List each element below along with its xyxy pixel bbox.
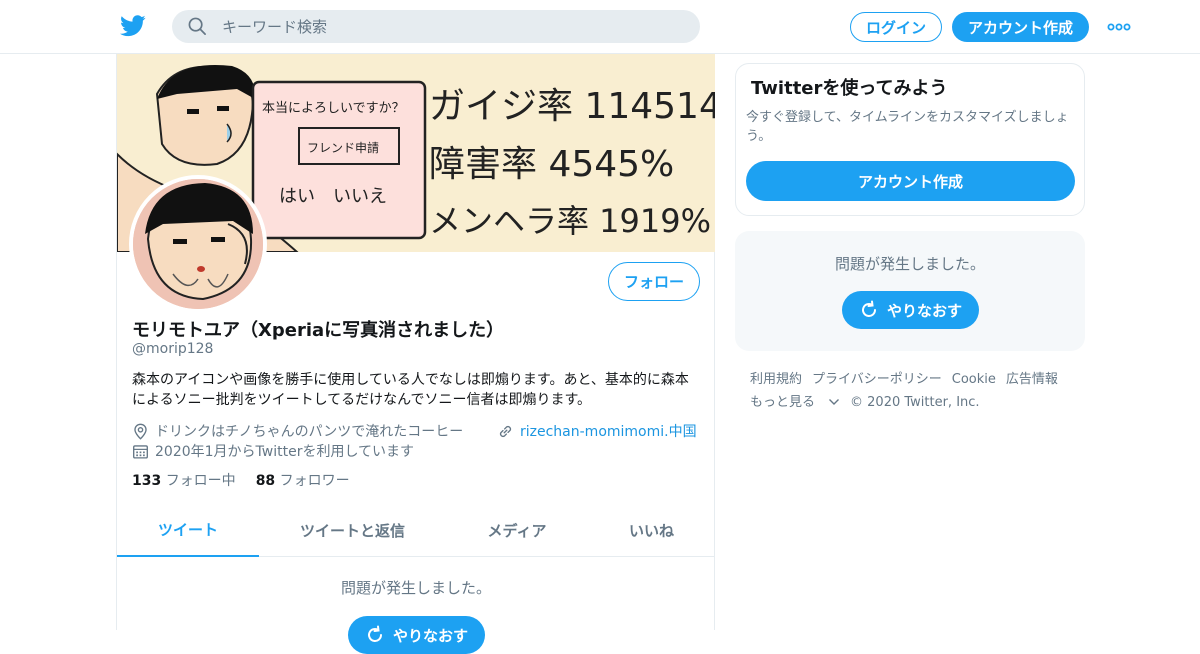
footer-terms-link[interactable]: 利用規約	[750, 372, 802, 387]
banner-line-1: ガイジ率 114514%	[429, 86, 715, 127]
footer-copyright: © 2020 Twitter, Inc.	[850, 395, 980, 410]
avatar[interactable]	[129, 175, 267, 313]
timeline-error-text: 問題が発生しました。	[340, 579, 491, 597]
following-label: フォロー中	[165, 473, 236, 489]
search-icon	[188, 17, 206, 35]
url-text[interactable]: rizechan-momimomi.中国	[520, 421, 697, 441]
followers-count: 88	[255, 473, 276, 489]
twitter-logo-icon[interactable]	[120, 14, 146, 38]
tab-tweets[interactable]: ツイート	[117, 504, 259, 557]
profile-column: 本当によろしいですか？ フレンド申請 はい いいえ ガイジ率 114514% 障…	[116, 54, 715, 654]
signup-button[interactable]: アカウント作成	[952, 12, 1089, 42]
signup-card-title: Twitterを使ってみよう	[751, 78, 948, 99]
avatar-drawing	[133, 179, 263, 309]
timeline-retry-button[interactable]: やりなおす	[348, 616, 485, 654]
profile-handle: @morip128	[132, 341, 214, 357]
sidebar-retry-button[interactable]: やりなおす	[842, 291, 979, 329]
location-text: ドリンクはチノちゃんのパンツで淹れたコーヒー	[155, 424, 464, 440]
sidebar-retry-label: やりなおす	[886, 301, 962, 320]
location-pin-icon	[134, 423, 147, 440]
following-count: 133	[132, 473, 162, 489]
footer-links: 利用規約 プライバシーポリシー Cookie 広告情報 もっと見る © 2020 Twi…	[750, 368, 1080, 414]
follow-counts: 133 フォロー中 88 フォロワー	[132, 470, 350, 490]
search-box	[172, 10, 700, 43]
signup-card-text: 今すぐ登録して、タイムラインをカスタマイズしましょう。	[746, 110, 1069, 144]
profile-joined: 2020年1月からTwitterを利用しています	[132, 441, 414, 461]
sidebar-error-card: 問題が発生しました。 やりなおす	[735, 231, 1085, 351]
banner-sign-question: 本当によろしいですか？	[262, 101, 405, 116]
refresh-icon	[368, 625, 382, 642]
banner-line-2: 障害率 4545%	[429, 144, 674, 185]
search-input[interactable]	[222, 10, 682, 43]
banner-sign-request: フレンド申請	[307, 141, 379, 155]
profile-bio: 森本のアイコンや画像を勝手に使用している人でなしは即煽ります。あと、基本的に森本…	[132, 372, 689, 408]
footer-more-label: もっと見る	[750, 395, 816, 410]
profile-tabs: ツイート ツイートと返信 メディア いいね	[117, 504, 715, 557]
footer-more-link[interactable]: もっと見る	[750, 395, 840, 410]
following-link[interactable]: 133 フォロー中	[132, 473, 236, 489]
top-nav: ログイン アカウント作成	[0, 0, 1200, 54]
signup-card-button[interactable]: アカウント作成	[746, 161, 1075, 201]
timeline-retry-label: やりなおす	[392, 626, 468, 645]
footer-cookie-link[interactable]: Cookie	[952, 372, 996, 387]
footer-privacy-link[interactable]: プライバシーポリシー	[812, 372, 942, 387]
sidebar-error-text: 問題が発生しました。	[834, 255, 985, 273]
refresh-icon	[862, 300, 876, 317]
profile-location: ドリンクはチノちゃんのパンツで淹れたコーヒー	[132, 421, 463, 441]
link-icon	[499, 425, 512, 437]
login-button[interactable]: ログイン	[850, 12, 942, 42]
calendar-icon	[133, 444, 148, 459]
banner-line-3: メンヘラ率 1919%	[429, 202, 711, 240]
joined-text: 2020年1月からTwitterを利用しています	[155, 444, 415, 460]
footer-ads-link[interactable]: 広告情報	[1006, 372, 1058, 387]
follow-button[interactable]: フォロー	[608, 262, 700, 301]
chevron-down-icon	[829, 399, 840, 405]
tab-media[interactable]: メディア	[446, 504, 588, 557]
followers-link[interactable]: 88 フォロワー	[256, 473, 350, 489]
more-options-icon[interactable]	[1107, 22, 1131, 32]
signup-card: Twitterを使ってみよう 今すぐ登録して、タイムラインをカスタマイズしましょ…	[735, 63, 1085, 216]
profile-url[interactable]: rizechan-momimomi.中国	[497, 421, 697, 441]
tab-likes[interactable]: いいね	[588, 504, 715, 557]
banner-sign-answer: はい いいえ	[279, 186, 387, 207]
tab-tweets-and-replies[interactable]: ツイートと返信	[259, 504, 446, 557]
profile-name: モリモトユア（Xperiaに写真消されました）	[132, 320, 505, 341]
followers-label: フォロワー	[279, 473, 350, 489]
